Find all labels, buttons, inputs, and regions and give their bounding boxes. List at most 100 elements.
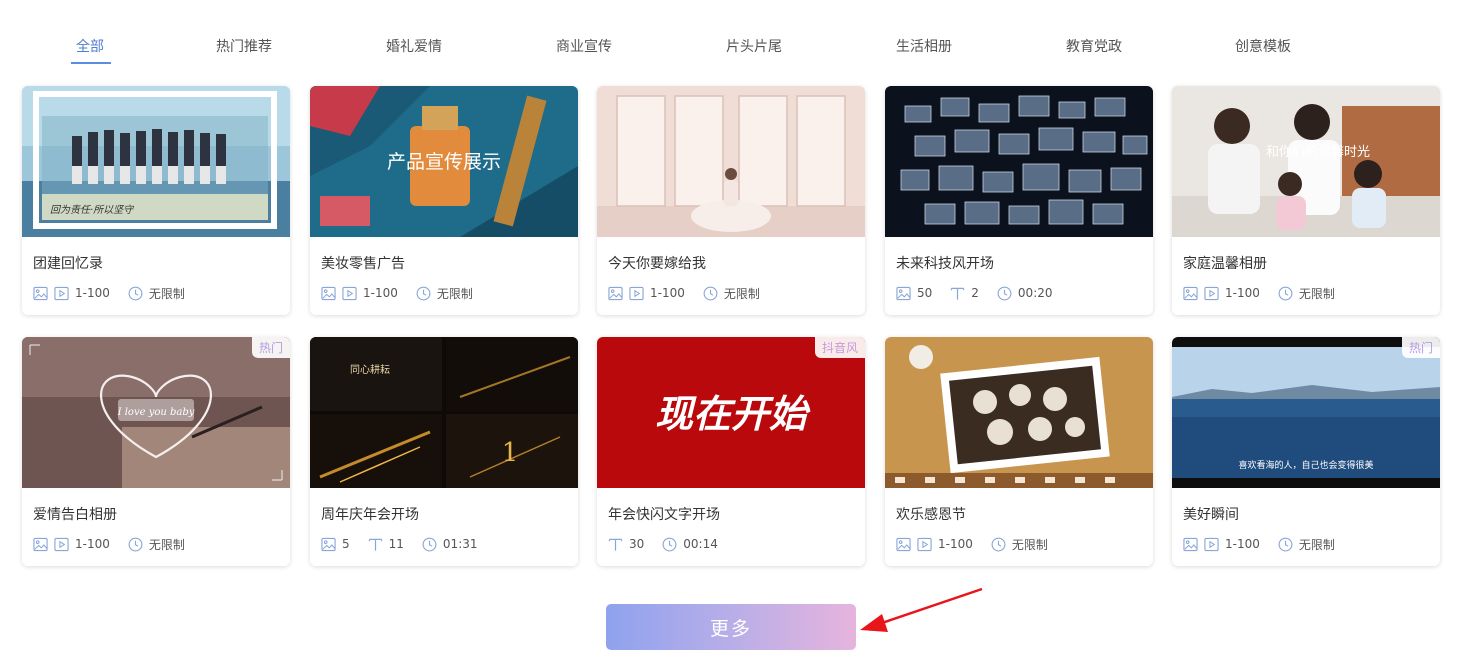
tab-intro-outro[interactable]: 片头片尾: [726, 36, 782, 56]
card-thumbnail: 现在开始 抖音风: [597, 337, 865, 488]
clock-icon: [416, 286, 431, 301]
video-icon: [54, 537, 69, 552]
template-card[interactable]: 同心耕耘 1 周年庆年会开场 5 11 01:31: [310, 337, 578, 566]
more-button[interactable]: 更多: [606, 604, 856, 650]
card-meta: 50 2 00:20: [896, 285, 1053, 301]
thumb-caption: 现在开始: [655, 392, 811, 436]
hot-badge: 热门: [1401, 337, 1440, 358]
duration: 无限制: [148, 537, 185, 552]
template-card[interactable]: 现在开始 抖音风 年会快闪文字开场 30 00:14: [597, 337, 865, 566]
card-thumbnail: 同心耕耘 1: [310, 337, 578, 488]
text-count: 2: [971, 286, 979, 300]
thumb-caption: 同心耕耘: [350, 363, 390, 376]
template-card[interactable]: 欢乐感恩节 1-100 无限制: [885, 337, 1153, 566]
video-icon: [342, 286, 357, 301]
clock-icon: [422, 537, 437, 552]
tab-life-album[interactable]: 生活相册: [896, 36, 952, 56]
text-count: 11: [388, 537, 404, 551]
card-meta: 1-100 无限制: [321, 285, 473, 301]
clock-icon: [991, 537, 1006, 552]
tab-wedding[interactable]: 婚礼爱情: [386, 36, 442, 56]
hot-badge: 热门: [251, 337, 290, 358]
duration: 无限制: [1298, 286, 1335, 301]
text-icon: [608, 537, 623, 552]
duration: 00:20: [1017, 286, 1053, 300]
image-count: 5: [342, 537, 350, 551]
thumb-caption: 回为责任·所以坚守: [50, 204, 134, 216]
card-title: 家庭温馨相册: [1183, 256, 1267, 272]
video-icon: [917, 537, 932, 552]
image-count: 50: [917, 286, 933, 300]
video-icon: [54, 286, 69, 301]
duration: 无限制: [723, 286, 760, 301]
card-meta: 1-100 无限制: [33, 285, 185, 301]
image-icon: [1183, 286, 1198, 301]
annotation-arrow-icon: [860, 587, 983, 632]
image-icon: [33, 537, 48, 552]
text-icon: [368, 537, 383, 552]
card-title: 欢乐感恩节: [896, 507, 966, 523]
image-count: 1-100: [650, 286, 685, 300]
card-meta: 1-100 无限制: [1183, 285, 1335, 301]
clock-icon: [1278, 537, 1293, 552]
image-icon: [33, 286, 48, 301]
video-icon: [629, 286, 644, 301]
card-title: 年会快闪文字开场: [608, 507, 720, 523]
tab-hot[interactable]: 热门推荐: [216, 36, 272, 56]
active-tab-indicator: [71, 62, 111, 64]
tab-education[interactable]: 教育党政: [1066, 36, 1122, 56]
image-icon: [321, 286, 336, 301]
template-card[interactable]: 喜欢看海的人，自己也会变得很美 热门 美好瞬间 1-100 无限制: [1172, 337, 1440, 566]
clock-icon: [662, 537, 677, 552]
template-card[interactable]: 和你们的温馨时光 家庭温馨相册 1-100 无限制: [1172, 86, 1440, 315]
image-icon: [321, 537, 336, 552]
duration: 无限制: [148, 286, 185, 301]
template-card[interactable]: 未来科技风开场 50 2 00:20: [885, 86, 1153, 315]
card-title: 未来科技风开场: [896, 256, 994, 272]
tiktok-style-badge: 抖音风: [814, 337, 865, 358]
card-thumbnail: [885, 86, 1153, 237]
clock-icon: [128, 286, 143, 301]
duration: 无限制: [436, 286, 473, 301]
image-icon: [896, 286, 911, 301]
card-meta: 1-100 无限制: [896, 536, 1048, 552]
card-title: 周年庆年会开场: [321, 507, 419, 523]
image-count: 1-100: [1225, 537, 1260, 551]
thumb-caption: 产品宣传展示: [387, 151, 501, 173]
card-thumbnail: [597, 86, 865, 237]
card-title: 爱情告白相册: [33, 507, 117, 523]
tab-all[interactable]: 全部: [76, 36, 104, 56]
image-icon: [608, 286, 623, 301]
thumb-digit: 1: [502, 438, 519, 468]
image-icon: [1183, 537, 1198, 552]
card-meta: 1-100 无限制: [608, 285, 760, 301]
duration: 无限制: [1011, 537, 1048, 552]
thumb-caption: I love you baby: [117, 407, 195, 418]
template-card[interactable]: I love you baby 热门 爱情告白相册 1-100 无限制: [22, 337, 290, 566]
card-title: 今天你要嫁给我: [608, 256, 706, 272]
template-card[interactable]: 回为责任·所以坚守 团建回忆录 1-100 无限制: [22, 86, 290, 315]
card-thumbnail: 喜欢看海的人，自己也会变得很美 热门: [1172, 337, 1440, 488]
video-icon: [1204, 286, 1219, 301]
card-meta: 5 11 01:31: [321, 536, 478, 552]
video-icon: [1204, 537, 1219, 552]
card-thumbnail: I love you baby 热门: [22, 337, 290, 488]
tab-creative[interactable]: 创意模板: [1235, 36, 1291, 56]
duration: 00:14: [683, 537, 718, 551]
clock-icon: [128, 537, 143, 552]
image-count: 1-100: [1225, 286, 1260, 300]
card-title: 美妆零售广告: [321, 256, 405, 272]
image-count: 1-100: [363, 286, 398, 300]
template-gallery-page: 全部 热门推荐 婚礼爱情 商业宣传 片头片尾 生活相册 教育党政 创意模板 回为…: [0, 0, 1464, 671]
image-count: 1-100: [75, 286, 110, 300]
card-meta: 30 00:14: [608, 536, 718, 552]
text-icon: [950, 286, 965, 301]
thumb-caption: 喜欢看海的人，自己也会变得很美: [1238, 459, 1373, 471]
template-card[interactable]: 产品宣传展示 美妆零售广告 1-100 无限制: [310, 86, 578, 315]
template-card[interactable]: 今天你要嫁给我 1-100 无限制: [597, 86, 865, 315]
card-meta: 1-100 无限制: [33, 536, 185, 552]
clock-icon: [1278, 286, 1293, 301]
card-thumbnail: 产品宣传展示: [310, 86, 578, 237]
tab-business[interactable]: 商业宣传: [556, 36, 612, 56]
image-count: 1-100: [75, 537, 110, 551]
